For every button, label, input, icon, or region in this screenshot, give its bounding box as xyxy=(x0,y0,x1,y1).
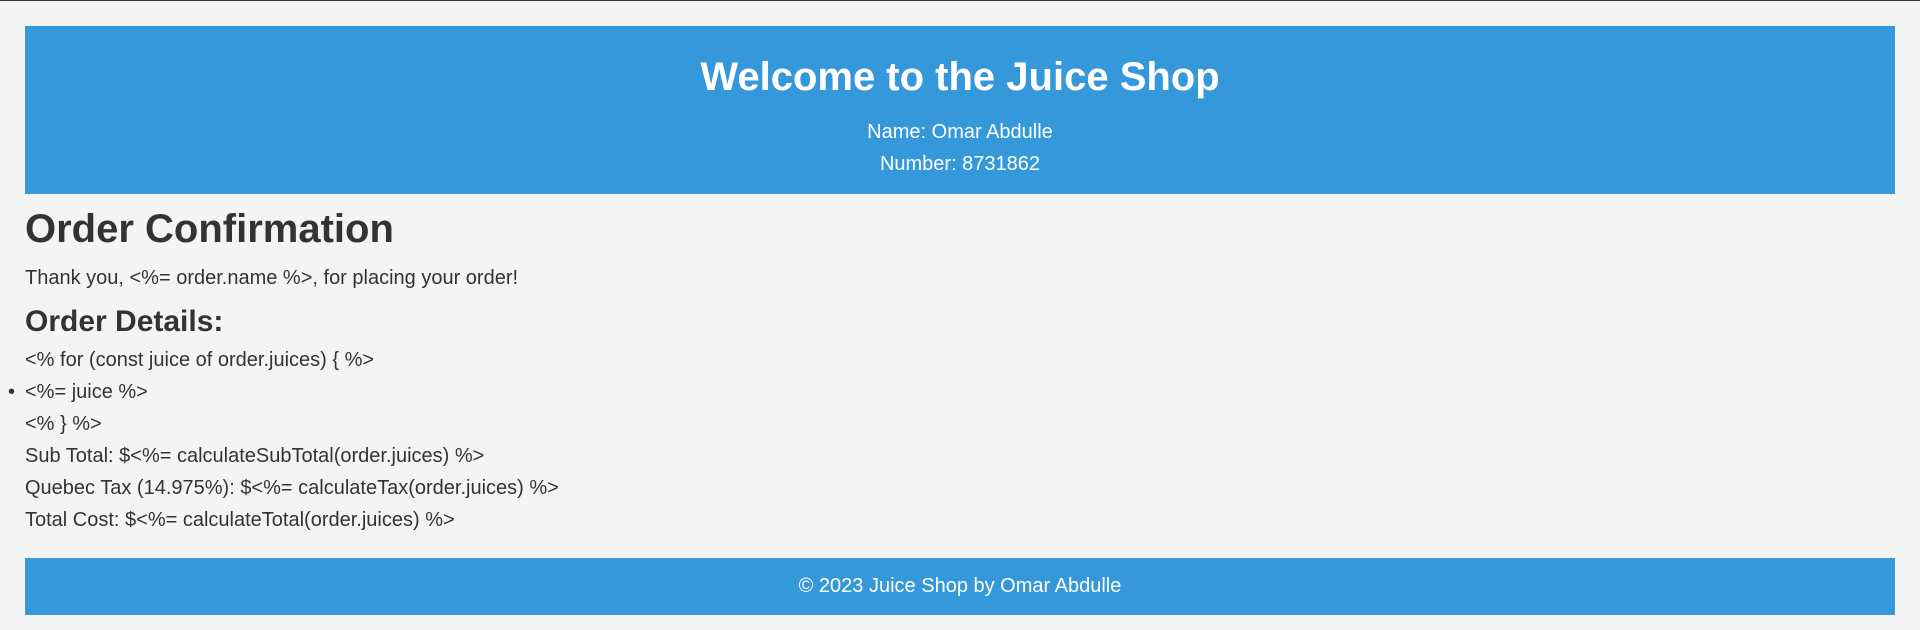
thank-you-message: Thank you, <%= order.name %>, for placin… xyxy=(25,267,519,289)
owner-name: Name: Omar Abdulle xyxy=(867,121,1053,143)
page-title: Order Confirmation xyxy=(25,207,394,251)
juice-item-label: <%= juice %> xyxy=(25,381,148,403)
site-header: Welcome to the Juice Shop Name: Omar Abd… xyxy=(25,26,1895,194)
juice-list: • <%= juice %> xyxy=(8,376,1895,408)
subtotal-line: Sub Total: $<%= calculateSubTotal(order.… xyxy=(25,445,485,467)
site-footer: © 2023 Juice Shop by Omar Abdulle xyxy=(25,558,1895,615)
page-container: Welcome to the Juice Shop Name: Omar Abd… xyxy=(8,26,1895,615)
list-item: • <%= juice %> xyxy=(8,376,1895,408)
template-loop-start: <% for (const juice of order.juices) { %… xyxy=(25,349,375,371)
owner-number: Number: 8731862 xyxy=(879,153,1041,175)
main-content: Order Confirmation Thank you, <%= order.… xyxy=(8,204,1895,536)
site-title: Welcome to the Juice Shop xyxy=(700,55,1220,99)
bullet-icon: • xyxy=(8,381,16,403)
order-details-heading: Order Details: xyxy=(25,305,224,338)
tax-line: Quebec Tax (14.975%): $<%= calculateTax(… xyxy=(25,477,559,499)
template-loop-end: <% } %> xyxy=(25,413,102,435)
total-line: Total Cost: $<%= calculateTotal(order.ju… xyxy=(25,509,455,531)
order-details: <% for (const juice of order.juices) { %… xyxy=(8,344,1895,536)
footer-copyright: © 2023 Juice Shop by Omar Abdulle xyxy=(798,575,1122,597)
